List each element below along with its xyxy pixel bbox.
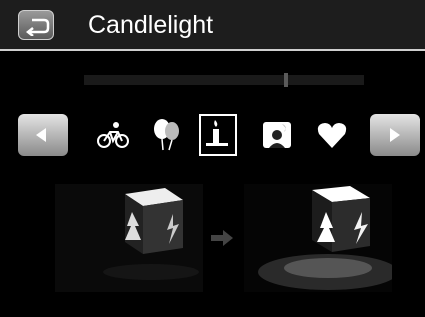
scene-night-portrait[interactable] xyxy=(258,114,296,156)
night-portrait-icon xyxy=(263,122,291,148)
prev-scene-button[interactable] xyxy=(18,114,68,156)
next-scene-button[interactable] xyxy=(370,114,420,156)
candle-icon xyxy=(206,120,228,146)
preview-before-image xyxy=(55,184,203,292)
balloons-icon xyxy=(154,119,179,151)
preview-after-image xyxy=(244,184,392,292)
scene-heart[interactable] xyxy=(313,114,351,156)
back-arrow-icon xyxy=(25,18,50,36)
bicycle-icon xyxy=(97,122,129,148)
right-arrow-icon xyxy=(390,128,400,142)
scene-balloons[interactable] xyxy=(148,114,186,156)
heart-icon xyxy=(317,123,347,148)
dim-lantern-photo xyxy=(55,184,203,292)
header-divider xyxy=(0,49,425,51)
scene-candlelight[interactable] xyxy=(199,114,237,156)
back-button[interactable] xyxy=(18,10,54,40)
level-slider[interactable] xyxy=(84,73,364,87)
bright-lantern-photo xyxy=(244,184,392,292)
page-title: Candlelight xyxy=(88,11,214,39)
left-arrow-icon xyxy=(36,128,46,142)
slider-knob[interactable] xyxy=(283,73,288,87)
transition-arrow-icon xyxy=(211,230,233,246)
scene-bicycle[interactable] xyxy=(94,114,132,156)
title-bar: Candlelight xyxy=(0,0,425,49)
